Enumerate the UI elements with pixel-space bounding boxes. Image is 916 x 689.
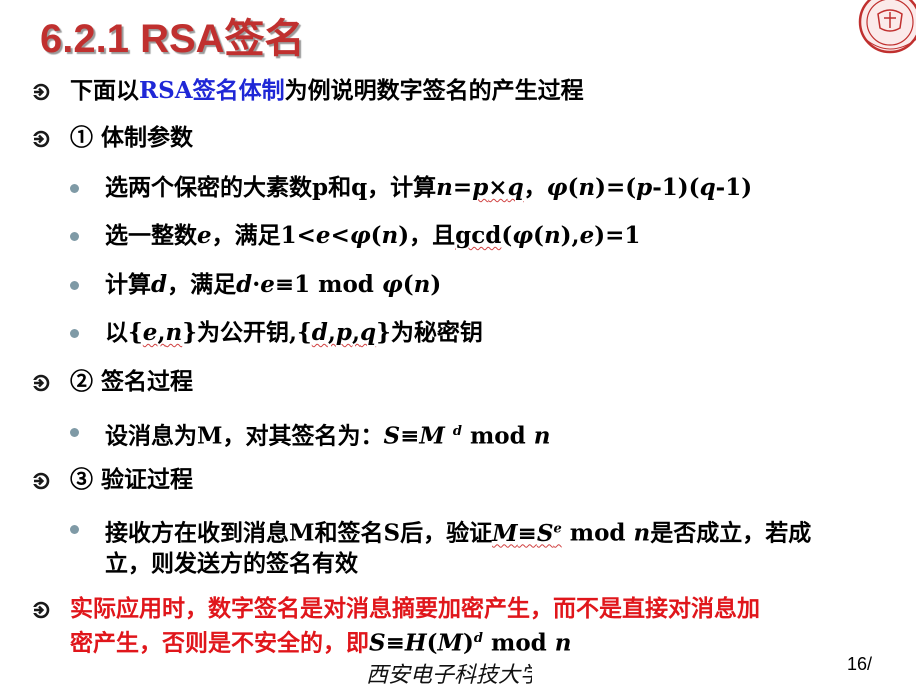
arrow-bullet-icon bbox=[32, 83, 50, 101]
university-seal-logo bbox=[858, 0, 916, 54]
arrow-bullet-icon bbox=[32, 374, 50, 392]
slide: 6.2.1 RSA签名 下面以RSA签名体制为例说明数字签名的产生过程 ① 体制… bbox=[0, 0, 916, 689]
dot-bullet-icon bbox=[70, 232, 79, 241]
arrow-bullet-icon bbox=[32, 472, 50, 490]
dot-bullet-icon bbox=[70, 428, 79, 437]
university-name-text: 西安电子科技大学 bbox=[366, 663, 532, 688]
bullet-choose-primes: 选两个保密的大素数p和q，计算n=p×q，φ(n)=(p-1)(q-1) bbox=[105, 174, 753, 201]
university-calligraphy-logo: 西安电子科技大学 bbox=[366, 663, 532, 688]
bullet-intro: 下面以RSA签名体制为例说明数字签名的产生过程 bbox=[70, 77, 584, 104]
arrow-bullet-icon bbox=[32, 601, 50, 619]
dot-bullet-icon bbox=[70, 281, 79, 290]
dot-bullet-icon bbox=[70, 184, 79, 193]
heading-signing-process: ② 签名过程 bbox=[70, 368, 194, 395]
heading-verification-process: ③ 验证过程 bbox=[70, 466, 194, 493]
dot-bullet-icon bbox=[70, 525, 79, 534]
arrow-bullet-icon bbox=[32, 130, 50, 148]
bullet-practical-note: 实际应用时，数字签名是对消息摘要加密产生，而不是直接对消息加 密产生，否则是不安全… bbox=[70, 595, 760, 657]
bullet-keys: 以{e,n}为公开钥,{d,p,q}为秘密钥 bbox=[105, 319, 483, 346]
heading-system-parameters: ① 体制参数 bbox=[70, 124, 194, 151]
bullet-compute-d: 计算d，满足d·e≡1 mod φ(n) bbox=[105, 271, 442, 298]
page-number: 16/ bbox=[847, 654, 873, 674]
bullet-signature: 设消息为M，对其签名为：S≡M d mod n bbox=[105, 422, 551, 450]
bullet-choose-e: 选一整数e，满足1<e<φ(n)，且gcd(φ(n),e)=1 bbox=[105, 222, 641, 249]
dot-bullet-icon bbox=[70, 329, 79, 338]
bullet-verify: 接收方在收到消息M和签名S后，验证M≡Se mod n是否成立，若成 立，则发送方… bbox=[105, 519, 812, 577]
slide-title: 6.2.1 RSA签名 bbox=[40, 17, 305, 61]
